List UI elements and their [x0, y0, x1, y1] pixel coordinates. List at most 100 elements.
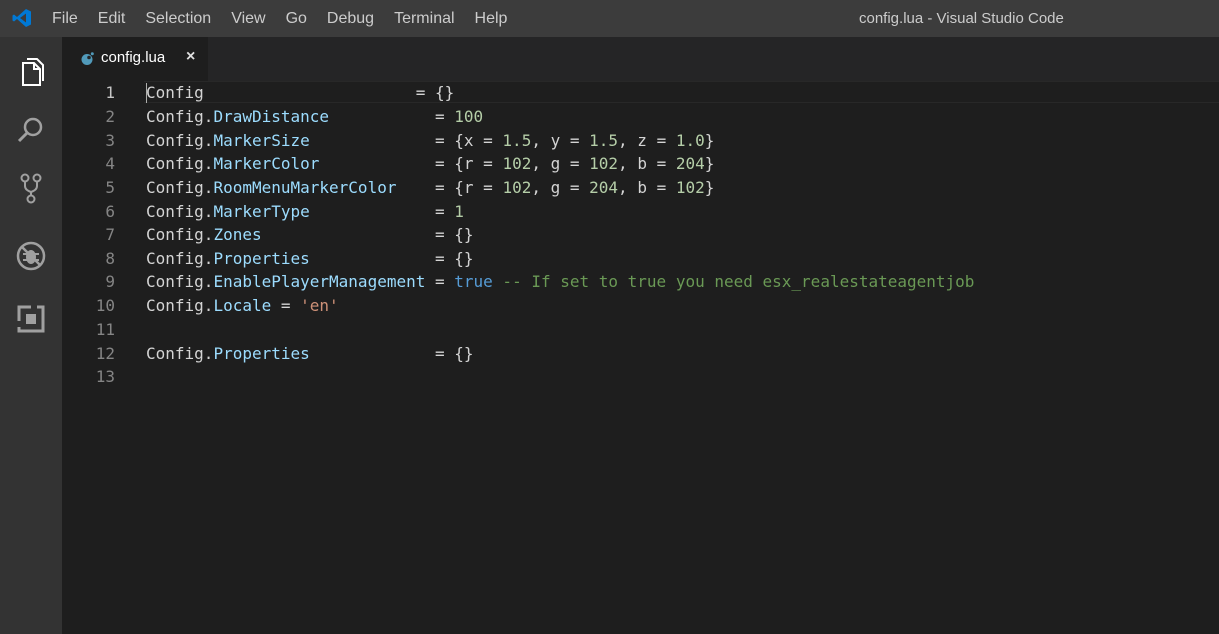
menu-item-debug[interactable]: Debug	[317, 0, 384, 37]
code-token: , z =	[618, 131, 676, 150]
code-token: MarkerSize	[213, 131, 310, 150]
line-number: 5	[105, 178, 115, 197]
code-token: , b =	[618, 154, 676, 173]
code-token: Config.	[146, 178, 214, 197]
code-token: Locale	[213, 296, 272, 315]
code-line[interactable]: 2 Config.DrawDistance = 100	[62, 105, 1219, 129]
line-code: Config.MarkerColor = {r = 102, g = 102, …	[146, 152, 714, 176]
menu-item-view[interactable]: View	[221, 0, 275, 37]
code-line[interactable]: 4 Config.MarkerColor = {r = 102, g = 102,…	[62, 152, 1219, 176]
vscode-logo-icon[interactable]	[12, 8, 32, 28]
line-number: 9	[105, 272, 115, 291]
menu-item-go[interactable]: Go	[276, 0, 317, 37]
code-token: }	[704, 131, 715, 150]
code-token: 102	[589, 154, 619, 173]
line-number: 2	[105, 107, 115, 126]
code-line[interactable]: 10 Config.Locale = 'en'	[62, 294, 1219, 318]
code-token: Config.	[146, 249, 214, 268]
code-line[interactable]: 9 Config.EnablePlayerManagement = true --…	[62, 270, 1219, 294]
code-token: , g =	[531, 178, 590, 197]
code-token: MarkerColor	[213, 154, 320, 173]
line-number: 4	[105, 154, 115, 173]
code-token: EnablePlayerManagement	[213, 272, 426, 291]
code-line[interactable]: 13	[62, 365, 1219, 389]
code-token: Config	[146, 83, 204, 102]
code-token: Config.	[146, 272, 214, 291]
line-number: 11	[95, 320, 115, 339]
code-token: 102	[502, 178, 532, 197]
code-editor[interactable]: 1 Config = {} 2 Config.DrawDistance = 100 3 C…	[62, 81, 1219, 634]
menu-item-help[interactable]: Help	[465, 0, 518, 37]
code-token: RoomMenuMarkerColor	[213, 178, 397, 197]
code-token: =	[425, 272, 455, 291]
code-line[interactable]: 3 Config.MarkerSize = {x = 1.5, y = 1.5, …	[62, 129, 1219, 153]
code-token: Config.	[146, 296, 214, 315]
activity-bar	[0, 37, 62, 634]
close-icon[interactable]: ×	[186, 48, 195, 66]
menu-bar: File Edit Selection View Go Debug Terminal Help	[42, 0, 517, 37]
code-line[interactable]: 7 Config.Zones = {}	[62, 223, 1219, 247]
title-bar: File Edit Selection View Go Debug Terminal Help…	[0, 0, 1219, 37]
line-code: Config.MarkerType = 1	[146, 200, 464, 224]
code-token: =	[309, 202, 455, 221]
code-token: 204	[675, 154, 705, 173]
line-code: Config.Properties = {}	[146, 247, 474, 271]
code-token: = {r =	[319, 154, 503, 173]
code-token: 1.5	[502, 131, 532, 150]
line-code: Config.Locale = 'en'	[146, 294, 339, 318]
code-token: Zones	[213, 225, 262, 244]
line-code: Config.Properties = {}	[146, 342, 474, 366]
code-token: Properties	[213, 249, 310, 268]
code-line[interactable]: 6 Config.MarkerType = 1	[62, 200, 1219, 224]
line-code: Config.MarkerSize = {x = 1.5, y = 1.5, z…	[146, 129, 714, 153]
code-token: 100	[454, 107, 484, 126]
code-line[interactable]: 12 Config.Properties = {}	[62, 342, 1219, 366]
code-token: = {}	[309, 344, 474, 363]
code-token: = {}	[309, 249, 474, 268]
code-token: = {}	[203, 83, 455, 102]
code-token: , b =	[618, 178, 676, 197]
code-line[interactable]: 8 Config.Properties = {}	[62, 247, 1219, 271]
menu-item-edit[interactable]: Edit	[88, 0, 136, 37]
line-code: Config.EnablePlayerManagement = true -- …	[146, 270, 974, 294]
lua-file-icon	[81, 52, 94, 65]
code-token: MarkerType	[213, 202, 310, 221]
line-code: Config.RoomMenuMarkerColor = {r = 102, g…	[146, 176, 714, 200]
code-token: 102	[675, 178, 705, 197]
line-number: 12	[95, 344, 115, 363]
code-token: 204	[589, 178, 619, 197]
code-token: }	[704, 178, 715, 197]
code-token: 102	[502, 154, 532, 173]
code-token: 1.5	[589, 131, 619, 150]
code-token: DrawDistance	[213, 107, 330, 126]
search-icon[interactable]	[0, 102, 62, 158]
explorer-icon[interactable]	[0, 44, 62, 100]
code-line[interactable]: 1 Config = {}	[62, 81, 1219, 105]
extensions-icon[interactable]	[0, 291, 62, 347]
line-number: 8	[105, 249, 115, 268]
code-token: Config.	[146, 131, 214, 150]
code-line[interactable]: 5 Config.RoomMenuMarkerColor = {r = 102, …	[62, 176, 1219, 200]
line-number: 1	[105, 83, 115, 102]
menu-item-file[interactable]: File	[42, 0, 88, 37]
line-code: Config = {}	[146, 81, 454, 105]
code-token: Config.	[146, 202, 214, 221]
tab-config-lua[interactable]: config.lua ×	[62, 37, 208, 81]
code-token: 1	[454, 202, 464, 221]
tab-bar: config.lua ×	[62, 37, 1219, 81]
code-token: Config.	[146, 154, 214, 173]
source-control-icon[interactable]	[0, 160, 62, 216]
line-code: Config.Zones = {}	[146, 223, 474, 247]
menu-item-selection[interactable]: Selection	[135, 0, 221, 37]
menu-item-terminal[interactable]: Terminal	[384, 0, 464, 37]
line-number: 13	[95, 367, 115, 386]
tab-label: config.lua	[101, 49, 166, 66]
debug-icon[interactable]	[0, 228, 62, 284]
code-token: true	[454, 272, 493, 291]
line-number: 6	[105, 202, 115, 221]
code-line[interactable]: 11	[62, 318, 1219, 342]
text-cursor	[146, 83, 147, 103]
line-number: 10	[95, 296, 115, 315]
code-token: , y =	[531, 131, 590, 150]
code-token: = {}	[261, 225, 474, 244]
